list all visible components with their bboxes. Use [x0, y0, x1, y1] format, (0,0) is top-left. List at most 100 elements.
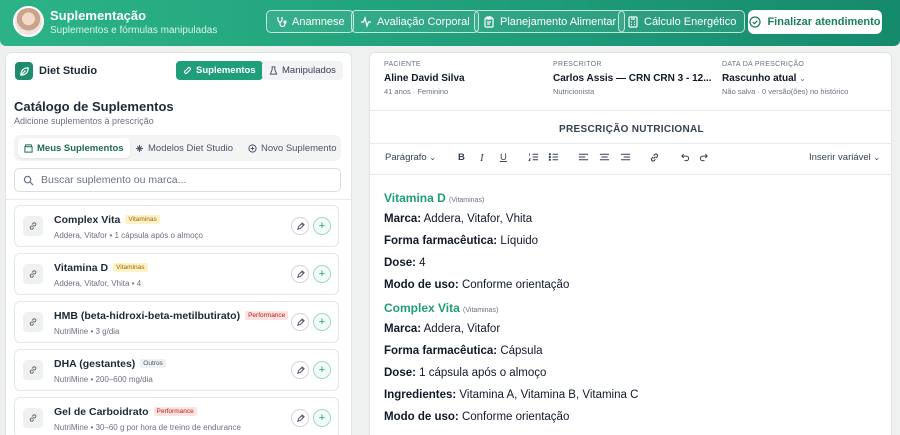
search-icon [23, 175, 34, 186]
plus-icon: + [318, 220, 326, 232]
prescriber-name[interactable]: Carlos Assis — CRN CRN 3 - 12... [553, 73, 712, 84]
paragraph-select[interactable]: Parágrafo ⌄ [385, 152, 436, 163]
edit-button[interactable] [291, 265, 309, 283]
top-header: Suplementação Suplementos e fórmulas man… [0, 0, 900, 46]
field-label: Marca: [384, 323, 422, 335]
patient-name: Aline David Silva [384, 73, 465, 84]
supplement-title: Vitamina D [384, 191, 446, 205]
bullet-list-icon[interactable] [548, 152, 559, 165]
leaf-icon [15, 62, 33, 80]
tab-modelos-diet-studio[interactable]: Modelos Diet Studio [129, 138, 239, 158]
calculator-icon [628, 15, 638, 28]
chevron-down-icon: ⌄ [429, 153, 437, 162]
prescription-panel: PACIENTE Aline David Silva 41 anos · Fem… [369, 52, 892, 435]
editor-toolbar: Parágrafo ⌄ B I U Inserir variável ⌄ [370, 150, 891, 168]
link-icon [23, 408, 43, 428]
bold-icon[interactable]: B [458, 152, 465, 163]
supplement-meta: Addera, Vitafor • 1 cápsula após o almoç… [54, 231, 203, 240]
chevron-down-icon: ⌄ [873, 153, 881, 162]
section-heading: Complex Vita (Vitaminas) [384, 301, 498, 315]
plus-circle-icon [248, 143, 257, 153]
field-label: Ingredientes: [384, 389, 457, 401]
insert-variable-select[interactable]: Inserir variável ⌄ [809, 152, 880, 163]
edit-button[interactable] [291, 361, 309, 379]
sparkle-icon [135, 144, 144, 152]
flask-icon [269, 66, 278, 75]
supplement-name: DHA (gestantes) [54, 358, 136, 370]
list-item[interactable]: Vitamina D Vitaminas Addera, Vitafor, Vhi… [14, 253, 339, 295]
italic-icon[interactable]: I [480, 152, 484, 164]
tab-modelos-label: Modelos Diet Studio [148, 142, 234, 154]
page-title: Suplementação [50, 8, 147, 23]
add-button[interactable]: + [313, 409, 331, 427]
edit-button[interactable] [291, 313, 309, 331]
align-right-icon[interactable] [620, 152, 631, 165]
plus-icon: + [318, 268, 326, 280]
divider [370, 110, 891, 111]
field-line: Dose: 1 cápsula após o almoço [384, 367, 546, 379]
pencil-icon [296, 413, 305, 422]
list-item[interactable]: DHA (gestantes) Outros NutriMine • 200–60… [14, 349, 339, 391]
nav-anamnese-button[interactable]: Anamnese [266, 10, 354, 33]
link-icon[interactable] [649, 152, 660, 166]
edit-button[interactable] [291, 409, 309, 427]
ordered-list-icon[interactable] [528, 152, 539, 165]
field-label: Marca: [384, 213, 422, 225]
tab-meus-suplementos[interactable]: Meus Suplementos [18, 138, 130, 158]
search-input[interactable] [41, 174, 331, 186]
box-icon [24, 143, 33, 153]
pencil-icon [296, 365, 305, 374]
segment-manipulados[interactable]: Manipulados [262, 61, 343, 80]
category-badge: Outros [140, 359, 166, 368]
field-line: Forma farmacêutica: Líquido [384, 235, 538, 247]
plus-icon: + [318, 364, 326, 376]
field-label: Modo de uso: [384, 279, 459, 291]
underline-icon[interactable]: U [500, 152, 507, 163]
finish-appointment-button[interactable]: Finalizar atendimento [748, 10, 882, 34]
redo-icon[interactable] [699, 152, 710, 165]
link-icon [23, 360, 43, 380]
search-box [14, 168, 341, 192]
undo-icon[interactable] [679, 152, 690, 165]
segment-suplementos[interactable]: Suplementos [176, 61, 263, 80]
add-button[interactable]: + [313, 265, 331, 283]
category-badge: Vitaminas [125, 215, 160, 224]
prescriber-role: Nutricionista [553, 87, 595, 96]
nav-planejamento-button[interactable]: Planejamento Alimentar [474, 10, 626, 33]
date-select[interactable]: Rascunho atual ⌄ [722, 73, 806, 84]
add-button[interactable]: + [313, 313, 331, 331]
supplement-meta: NutriMine • 3 g/dia [54, 327, 120, 336]
patient-label: PACIENTE [384, 61, 421, 68]
field-label: Dose: [384, 257, 416, 269]
field-value: Cápsula [500, 345, 543, 357]
nav-avaliacao-label: Avaliação Corporal [377, 15, 470, 28]
paragraph-label: Parágrafo [385, 152, 427, 163]
nav-avaliacao-button[interactable]: Avaliação Corporal [351, 10, 479, 33]
add-button[interactable]: + [313, 361, 331, 379]
avatar[interactable] [13, 6, 44, 37]
tab-novo-suplemento[interactable]: Novo Suplemento [242, 138, 343, 158]
field-value: 4 [419, 257, 426, 269]
add-button[interactable]: + [313, 217, 331, 235]
field-value: Vitamina A, Vitamina B, Vitamina C [459, 389, 639, 401]
field-line: Marca: Addera, Vitafor, Vhita [384, 213, 532, 225]
brand-name: Diet Studio [39, 65, 98, 77]
edit-button[interactable] [291, 217, 309, 235]
align-left-icon[interactable] [578, 152, 589, 165]
date-status: Não salva · 0 versão(ões) no histórico [722, 87, 849, 96]
stethoscope-icon [277, 16, 287, 27]
divider [370, 143, 891, 144]
supplement-category: (Vitaminas) [463, 307, 499, 314]
field-label: Dose: [384, 367, 416, 379]
list-item[interactable]: Complex Vita Vitaminas Addera, Vitafor • … [14, 205, 339, 247]
tab-meus-suplementos-label: Meus Suplementos [37, 142, 124, 154]
list-item[interactable]: HMB (beta-hidroxi-beta-metilbutirato) Per… [14, 301, 339, 343]
align-center-icon[interactable] [599, 152, 610, 165]
field-value: Líquido [500, 235, 539, 247]
field-line: Ingredientes: Vitamina A, Vitamina B, Vi… [384, 389, 638, 401]
section-heading: Vitamina D (Vitaminas) [384, 191, 484, 205]
nav-calculo-button[interactable]: Cálculo Energético [618, 10, 746, 33]
category-badge: Vitaminas [113, 263, 148, 272]
list-item[interactable]: Gel de Carboidrato Performance NutriMine … [14, 397, 339, 435]
date-value: Rascunho atual [722, 73, 797, 84]
